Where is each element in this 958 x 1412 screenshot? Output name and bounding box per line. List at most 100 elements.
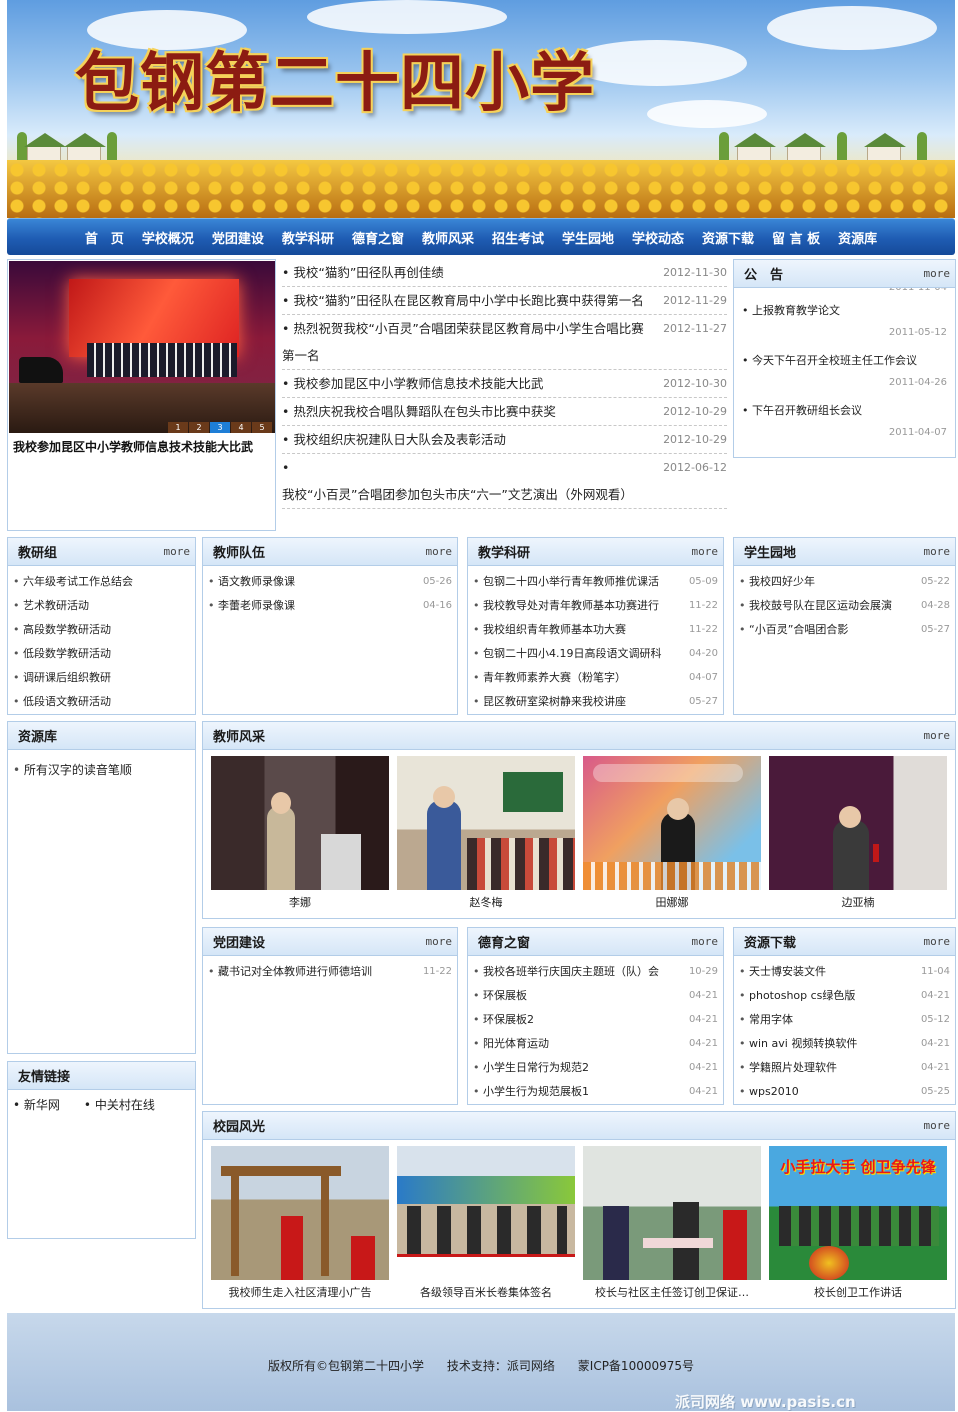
gallery-photo[interactable] xyxy=(211,1146,389,1280)
jiaoshifengcai-header: 教师风采 more xyxy=(203,722,955,750)
list-item-title[interactable]: 语文教师录像课 xyxy=(208,570,295,594)
list-item-title[interactable]: 我校教导处对青年教师基本功赛进行 xyxy=(473,594,659,618)
list-item-title[interactable]: 常用字体 xyxy=(739,1008,793,1032)
dangtuanjianshe-panel: 党团建设 more 藏书记对全体教师进行师德培训 11-22 xyxy=(202,927,458,1105)
notice-item-title[interactable]: 上报教育教学论文 xyxy=(742,296,947,320)
list-item-title[interactable]: 调研课后组织教研 xyxy=(13,666,111,690)
list-item-title[interactable]: 我校鼓号队在昆区运动会展演 xyxy=(739,594,892,618)
slide-page-5[interactable]: 5 xyxy=(252,422,272,433)
list-item-title[interactable]: win avi 视频转换软件 xyxy=(739,1032,857,1056)
list-item-title[interactable]: 昆区教研室梁树静来我校讲座 xyxy=(473,690,626,714)
list-item-title[interactable]: 包钢二十四小4.19日高段语文调研科 xyxy=(473,642,662,666)
list-item-title[interactable]: 青年教师素养大赛（粉笔字） xyxy=(473,666,626,690)
list-item-title[interactable]: 环保展板 xyxy=(473,984,527,1008)
gallery-photo[interactable] xyxy=(583,1146,761,1280)
news-title[interactable]: 我校“小百灵”合唱团参加包头市庆“六一”文艺演出（外网观看） xyxy=(282,454,644,508)
gallery-photo[interactable] xyxy=(583,756,761,890)
gallery-item[interactable]: 田娜娜 xyxy=(583,756,761,910)
gallery-photo[interactable] xyxy=(397,1146,575,1280)
nav-item-moral[interactable]: 德育之窗 xyxy=(343,228,413,247)
list-item-title[interactable]: 所有汉字的读音笔顺 xyxy=(13,758,132,782)
gallery-photo[interactable] xyxy=(769,756,947,890)
slide-page-1[interactable]: 1 xyxy=(168,422,188,433)
list-item-title[interactable]: 我校四好少年 xyxy=(739,570,815,594)
nav-item-teaching[interactable]: 教学科研 xyxy=(273,228,343,247)
gallery-item[interactable]: 边亚楠 xyxy=(769,756,947,910)
list-item-title[interactable]: 六年级考试工作总结会 xyxy=(13,570,133,594)
list-item-title[interactable]: 我校组织青年教师基本功大赛 xyxy=(473,618,626,642)
slide-page-2[interactable]: 2 xyxy=(189,422,209,433)
gallery-item[interactable]: 各级领导百米长卷集体签名 xyxy=(397,1146,575,1300)
list-item-title[interactable]: 小学生日常行为规范2 xyxy=(473,1056,589,1080)
news-title[interactable]: 我校参加昆区中小学教师信息技术技能大比武 xyxy=(282,370,644,397)
nav-item-party[interactable]: 党团建设 xyxy=(203,228,273,247)
nav-item-downloads[interactable]: 资源下载 xyxy=(693,228,763,247)
news-title[interactable]: 我校“猫豹”田径队再创佳绩 xyxy=(282,259,644,286)
notice-list: 上报教育教学论文 2011-05-12 今天下午召开全校班主任工作会议 2011-0… xyxy=(734,296,955,446)
notice-item-title[interactable]: 今天下午召开全校班主任工作会议 xyxy=(742,346,947,370)
gallery-photo[interactable] xyxy=(211,756,389,890)
list-item-title[interactable]: 阳光体育运动 xyxy=(473,1032,549,1056)
slide-page-3[interactable]: 3 xyxy=(210,422,230,433)
dangtuanjianshe-more-link[interactable]: more xyxy=(426,935,453,948)
list-item-title[interactable]: 环保展板2 xyxy=(473,1008,534,1032)
list-item-title[interactable]: 高段数学教研活动 xyxy=(13,618,111,642)
deyuzhichuang-more-link[interactable]: more xyxy=(692,935,719,948)
nav-item-home[interactable]: 首 页 xyxy=(76,228,133,247)
list-item-title[interactable]: 小学生行为规范展板1 xyxy=(473,1080,589,1104)
news-title[interactable]: 我校组织庆祝建队日大队会及表彰活动 xyxy=(282,426,644,453)
cloud-shape xyxy=(647,100,767,128)
nav-item-students[interactable]: 学生园地 xyxy=(553,228,623,247)
gallery-item[interactable]: 校长与社区主任签订创卫保证… xyxy=(583,1146,761,1300)
news-date: 2012-11-27 xyxy=(663,322,727,335)
list-item-title[interactable]: 藏书记对全体教师进行师德培训 xyxy=(208,960,372,984)
nav-item-library[interactable]: 资源库 xyxy=(829,228,886,247)
news-title[interactable]: 我校“猫豹”田径队在昆区教育局中小学中长跑比赛中获得第一名 xyxy=(282,287,644,314)
slide-page-4[interactable]: 4 xyxy=(231,422,251,433)
xiaoyuanfengguang-more-link[interactable]: more xyxy=(924,1119,951,1132)
gallery-item[interactable]: 小手拉大手 创卫争先锋 校长创卫工作讲话 xyxy=(769,1146,947,1300)
jiaoshiduiwu-title: 教师队伍 xyxy=(213,546,266,561)
list-item-title[interactable]: 天士博安装文件 xyxy=(739,960,826,984)
jiaoyanzu-more-link[interactable]: more xyxy=(164,545,191,558)
news-list: 我校“猫豹”田径队再创佳绩 2012-11-30 我校“猫豹”田径队在昆区教育局中… xyxy=(282,259,727,509)
nav-item-news[interactable]: 学校动态 xyxy=(623,228,693,247)
link-label[interactable]: 新华网 xyxy=(24,1098,60,1112)
news-title[interactable]: 热烈庆祝我校合唱队舞蹈队在包头市比赛中获奖 xyxy=(282,398,644,425)
xiaoyuanfengguang-header: 校园风光 more xyxy=(203,1112,955,1140)
jiaoshiduiwu-more-link[interactable]: more xyxy=(426,545,453,558)
gallery-photo[interactable] xyxy=(397,756,575,890)
nav-item-teachers[interactable]: 教师风采 xyxy=(413,228,483,247)
notice-more-link[interactable]: more xyxy=(924,267,951,280)
slideshow-image[interactable] xyxy=(9,261,275,433)
link-xinhua[interactable]: • 新华网 xyxy=(13,1096,60,1113)
footer-support[interactable]: 技术支持：派司网络 xyxy=(447,1359,555,1373)
list-item-title[interactable]: wps2010 xyxy=(739,1080,799,1104)
link-zol[interactable]: • 中关村在线 xyxy=(84,1096,155,1113)
link-label[interactable]: 中关村在线 xyxy=(95,1098,155,1112)
list-item-title[interactable]: 低段数学教研活动 xyxy=(13,642,111,666)
xueshengyuandi-more-link[interactable]: more xyxy=(924,545,951,558)
gallery-item[interactable]: 赵冬梅 xyxy=(397,756,575,910)
gallery-item[interactable]: 我校师生走入社区清理小广告 xyxy=(211,1146,389,1300)
list-item-title[interactable]: 包钢二十四小举行青年教师推优课活 xyxy=(473,570,659,594)
list-item-title[interactable]: 我校各班举行庆国庆主题班（队）会 xyxy=(473,960,659,984)
jiaoshifengcai-more-link[interactable]: more xyxy=(924,729,951,742)
nav-item-about[interactable]: 学校概况 xyxy=(133,228,203,247)
gallery-item[interactable]: 李娜 xyxy=(211,756,389,910)
list-item-title[interactable]: 李蕾老师录像课 xyxy=(208,594,295,618)
list-item-title[interactable]: 艺术教研活动 xyxy=(13,594,89,618)
list-item-title[interactable]: photoshop cs绿色版 xyxy=(739,984,855,1008)
footer-icp[interactable]: 蒙ICP备10000975号 xyxy=(578,1359,694,1373)
list-item-title[interactable]: 低段语文教研活动 xyxy=(13,690,111,714)
nav-item-enrollment[interactable]: 招生考试 xyxy=(483,228,553,247)
list-item-title[interactable]: “小百灵”合唱团合影 xyxy=(739,618,848,642)
list-item-title[interactable]: 学籍照片处理软件 xyxy=(739,1056,837,1080)
news-title[interactable]: 热烈祝贺我校“小百灵”合唱团荣获昆区教育局中小学生合唱比赛第一名 xyxy=(282,315,644,369)
nav-item-guestbook[interactable]: 留 言 板 xyxy=(763,228,829,247)
notice-item-title[interactable]: 下午召开教研组长会议 xyxy=(742,396,947,420)
jiaoxuekeyan-more-link[interactable]: more xyxy=(692,545,719,558)
slideshow-caption[interactable]: 我校参加昆区中小学教师信息技术技能大比武 xyxy=(13,438,253,455)
ziyuanxiazai-more-link[interactable]: more xyxy=(924,935,951,948)
gallery-photo[interactable]: 小手拉大手 创卫争先锋 xyxy=(769,1146,947,1280)
